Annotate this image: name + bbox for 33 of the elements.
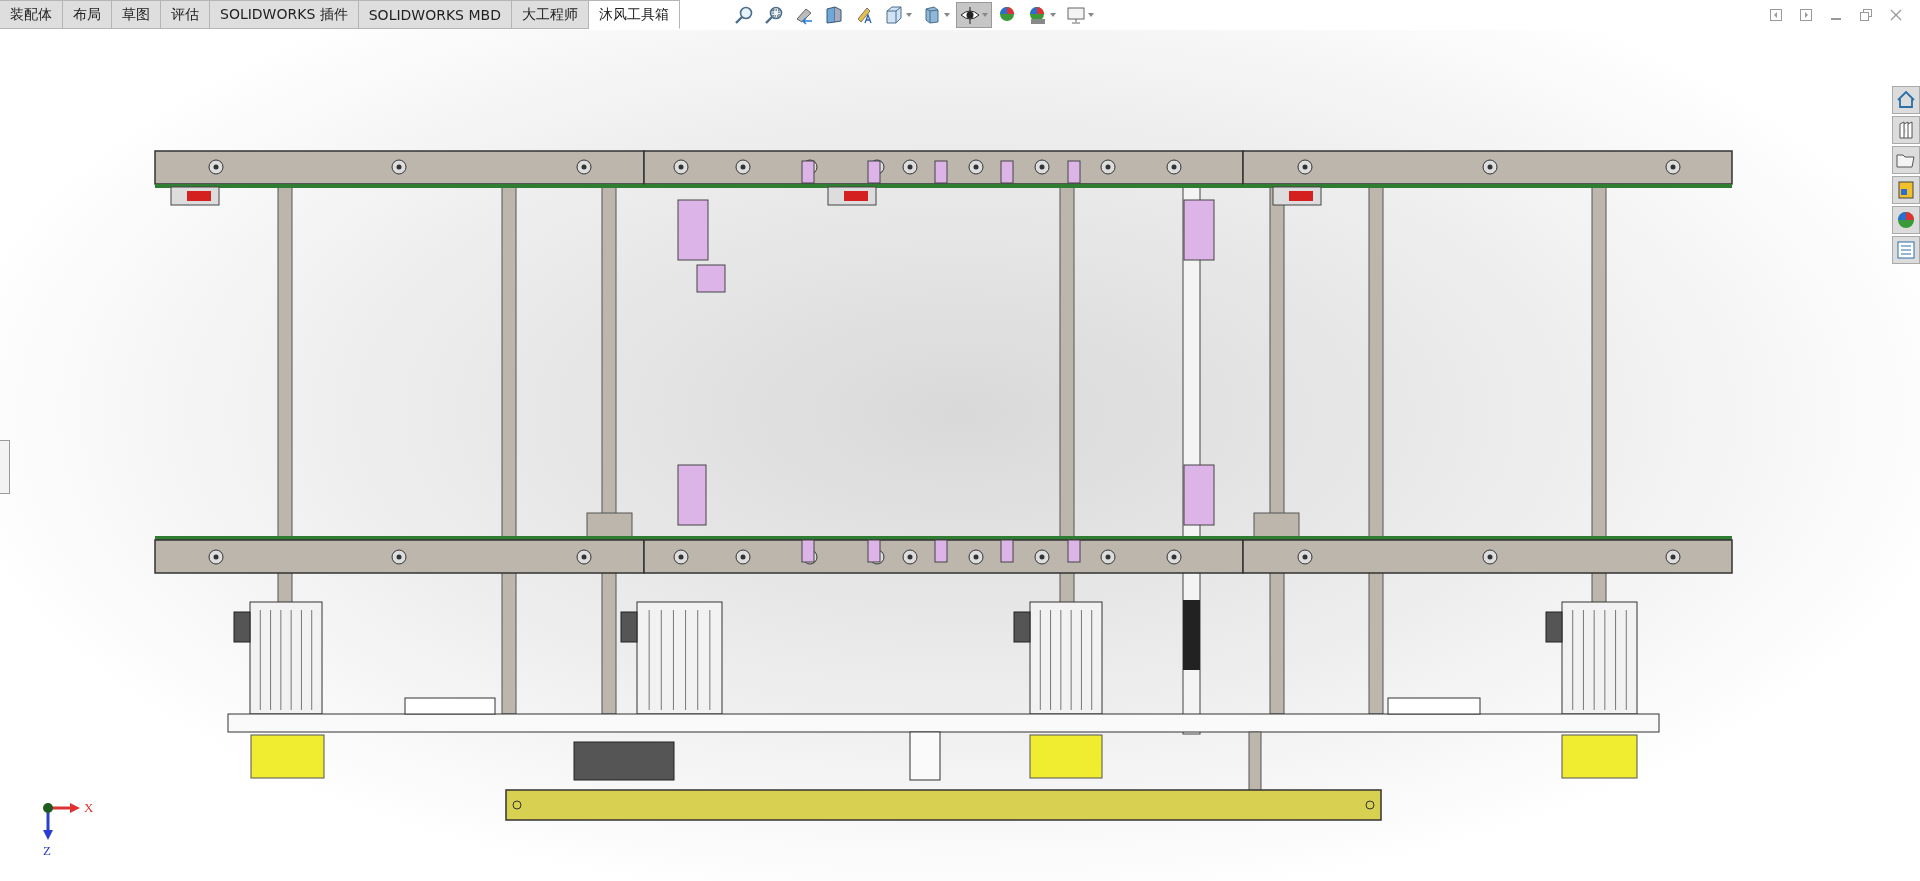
magnifier-icon bbox=[733, 5, 754, 25]
toolbar-button[interactable] bbox=[955, 2, 992, 28]
eye-icon bbox=[959, 5, 980, 25]
list-icon[interactable] bbox=[1892, 236, 1920, 264]
books-icon[interactable] bbox=[1892, 116, 1920, 144]
monitor-icon bbox=[1065, 5, 1086, 25]
section-view-icon bbox=[823, 5, 844, 25]
command-tab[interactable]: 评估 bbox=[161, 0, 210, 29]
caret-icon bbox=[943, 13, 950, 17]
caret-icon bbox=[1087, 13, 1094, 17]
tile-left-icon[interactable] bbox=[1770, 9, 1782, 21]
command-tab[interactable]: 草图 bbox=[112, 0, 161, 29]
home-icon[interactable] bbox=[1892, 86, 1920, 114]
zoom-area-icon bbox=[763, 5, 784, 25]
cube-icon bbox=[883, 5, 904, 25]
x-axis-label: X bbox=[84, 800, 94, 816]
z-axis-label: Z bbox=[43, 843, 51, 859]
command-tab[interactable]: 沐风工具箱 bbox=[588, 0, 680, 29]
caret-icon bbox=[1049, 13, 1056, 17]
command-tab[interactable]: SOLIDWORKS 插件 bbox=[210, 0, 359, 29]
command-tab[interactable]: 布局 bbox=[63, 0, 112, 29]
panel-handle[interactable] bbox=[0, 440, 10, 494]
command-tab[interactable]: 大工程师 bbox=[511, 0, 589, 29]
caret-icon bbox=[981, 13, 988, 17]
command-tab[interactable]: SOLIDWORKS MBD bbox=[358, 0, 512, 29]
folder-icon[interactable] bbox=[1892, 146, 1920, 174]
close-icon[interactable] bbox=[1890, 9, 1902, 21]
tile-right-icon[interactable] bbox=[1800, 9, 1812, 21]
restore-icon[interactable] bbox=[1860, 9, 1872, 21]
caret-icon bbox=[905, 13, 912, 17]
scene-icon bbox=[1027, 5, 1048, 25]
command-tab[interactable]: 装配体 bbox=[0, 0, 63, 29]
palette-icon[interactable] bbox=[1892, 176, 1920, 204]
